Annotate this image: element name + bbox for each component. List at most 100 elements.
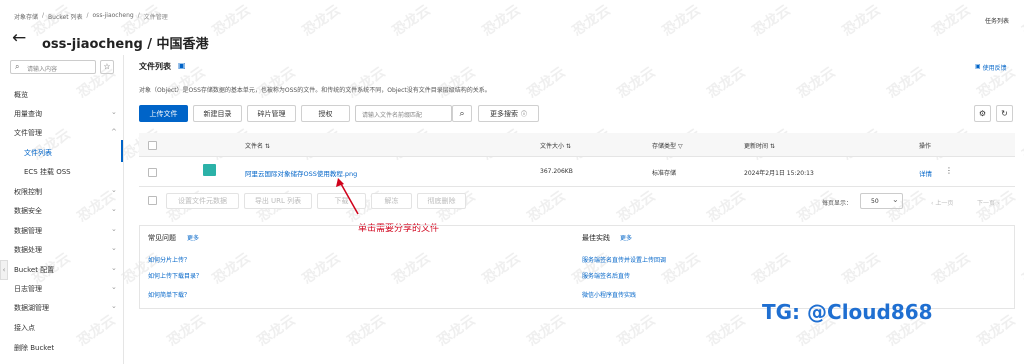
permanent-delete-button[interactable]: 彻底删除: [417, 193, 466, 209]
col-updated-header[interactable]: 更新时间 ⇅: [744, 141, 775, 150]
watermark-text: 恐龙云: [344, 312, 389, 350]
row-checkbox[interactable]: [148, 168, 157, 177]
chevron-down-icon[interactable]: ⌄: [195, 33, 203, 44]
watermark-text: 恐龙云: [164, 312, 209, 350]
sidebar-item-logs[interactable]: 日志管理: [14, 284, 42, 294]
file-name-link[interactable]: 阿里云国际对象储存OSS使用教程.png: [245, 168, 357, 178]
sidebar-item-data-processing[interactable]: 数据处理: [14, 245, 42, 255]
task-list-link[interactable]: 任务列表: [985, 16, 1009, 25]
sidebar-item-data-security[interactable]: 数据安全: [14, 206, 42, 216]
faq-item[interactable]: 如何上传下载目录？: [148, 271, 202, 280]
upload-button[interactable]: 上传文件: [139, 105, 188, 122]
sidebar-item-bucket-config[interactable]: Bucket 配置: [14, 265, 54, 275]
export-url-button[interactable]: 导出 URL 列表: [244, 193, 312, 209]
updated-time: 2024年2月1日 15:20:13: [744, 170, 814, 177]
doc-icon[interactable]: ▣: [178, 61, 186, 70]
breadcrumb-sep: /: [86, 12, 89, 19]
faq-more-link[interactable]: 更多: [187, 233, 199, 242]
sidebar-item-datalake[interactable]: 数据湖管理: [14, 303, 49, 313]
sidebar: ⌕ 请输入内容 ☆ 概览 用量查询 ⌄ 文件管理 ^ 文件列表 ECS 挂载 O…: [0, 55, 124, 364]
set-metadata-button[interactable]: 设置文件元数据: [166, 193, 239, 209]
col-size-header[interactable]: 文件大小 ⇅: [540, 141, 571, 150]
watermark-text: 恐龙云: [524, 64, 569, 102]
select-all-checkbox[interactable]: [148, 141, 157, 150]
page-title: oss-jiaocheng / 中国香港: [42, 37, 209, 52]
arrow-line: [339, 181, 359, 215]
watermark-text: 恐龙云: [1019, 250, 1024, 288]
unfreeze-button[interactable]: 解冻: [371, 193, 412, 209]
breadcrumb-item[interactable]: oss-jiaocheng: [93, 12, 134, 21]
new-directory-button[interactable]: 新建目录: [193, 105, 242, 122]
watermark-text: 恐龙云: [344, 64, 389, 102]
breadcrumb-item[interactable]: 对象存储: [14, 12, 38, 21]
refresh-icon: ↻: [1001, 109, 1008, 118]
back-arrow-icon[interactable]: ←: [12, 28, 26, 48]
sort-icon: ⇅: [565, 143, 571, 150]
chevron-down-icon: ⌄: [111, 302, 117, 310]
star-icon[interactable]: ☆: [100, 60, 114, 74]
faq-item[interactable]: 如何简单下载？: [148, 290, 190, 299]
sidebar-item-usage[interactable]: 用量查询: [14, 109, 42, 119]
watermark-text: 恐龙云: [614, 312, 659, 350]
sidebar-item-data-mgmt[interactable]: 数据管理: [14, 226, 42, 236]
col-name-header[interactable]: 文件名 ⇅: [245, 141, 270, 150]
best-practice-item[interactable]: 微信小程序直传实践: [582, 290, 636, 299]
col-updated-label: 更新时间: [744, 143, 769, 150]
sidebar-item-file-list[interactable]: 文件列表: [24, 148, 52, 158]
faq-item[interactable]: 如何分片上传？: [148, 255, 190, 264]
breadcrumb-item[interactable]: Bucket 列表: [48, 12, 82, 21]
filter-icon: ▽: [677, 143, 683, 150]
bulk-select-checkbox[interactable]: [148, 196, 157, 205]
sidebar-item-overview[interactable]: 概览: [14, 90, 28, 100]
annotation-arrow: [336, 178, 359, 215]
feedback-label: 使用反馈: [982, 65, 1007, 72]
gear-icon: ⚙: [978, 109, 987, 118]
authorize-button[interactable]: 授权: [301, 105, 350, 122]
watermark-text: 恐龙云: [974, 312, 1019, 350]
sidebar-search[interactable]: ⌕ 请输入内容: [10, 60, 96, 74]
sidebar-item-delete-bucket[interactable]: 删除 Bucket: [14, 343, 54, 353]
search-button[interactable]: ⌕: [452, 105, 472, 122]
watermark-text: 恐龙云: [1019, 126, 1024, 164]
chevron-down-icon: ⌄: [111, 264, 117, 272]
watermark-text: 恐龙云: [884, 64, 929, 102]
settings-button[interactable]: ⚙: [974, 105, 991, 122]
watermark-text: 恐龙云: [614, 64, 659, 102]
search-input[interactable]: 请输入内容: [27, 64, 57, 73]
search-icon: ⌕: [15, 62, 20, 71]
per-page-select[interactable]: 50 ⌄: [860, 193, 903, 209]
per-page-value: 50: [871, 198, 879, 205]
watermark-text: 恐龙云: [839, 2, 884, 40]
chevron-down-icon: ⌄: [111, 244, 117, 252]
best-practice-more-link[interactable]: 更多: [620, 233, 632, 242]
collapse-sidebar-handle[interactable]: ‹: [0, 260, 8, 280]
image-file-icon: [203, 164, 216, 176]
best-practice-title: 最佳实践: [582, 234, 610, 242]
faq-title: 常见问题: [148, 234, 176, 242]
detail-link[interactable]: 详情: [919, 168, 932, 178]
sidebar-item-file-mgmt[interactable]: 文件管理: [14, 128, 42, 138]
sidebar-item-access-point[interactable]: 接入点: [14, 323, 35, 333]
fragment-mgmt-button[interactable]: 碎片管理: [247, 105, 296, 122]
breadcrumb-sep: /: [137, 12, 140, 19]
more-search-button[interactable]: 更多搜索 ⓘ: [478, 105, 539, 122]
chevron-down-icon: ⌄: [111, 108, 117, 116]
refresh-button[interactable]: ↻: [996, 105, 1013, 122]
best-practice-item[interactable]: 服务端签名后直传: [582, 271, 630, 280]
more-vert-icon[interactable]: ⋮: [945, 166, 953, 175]
prev-page-button[interactable]: ‹ 上一页: [931, 198, 953, 207]
table-row[interactable]: 阿里云国际对象储存OSS使用教程.png 367.206KB 标准存储 2024…: [139, 158, 1015, 187]
watermark-text: 恐龙云: [569, 2, 614, 40]
chevron-down-icon: ⌄: [892, 195, 899, 204]
feedback-icon: ▣: [975, 63, 981, 70]
watermark-text: 恐龙云: [434, 312, 479, 350]
next-page-button[interactable]: 下一页 ›: [977, 198, 999, 207]
breadcrumb-item: 文件管理: [143, 14, 168, 21]
col-storage-label: 存储类型: [652, 143, 677, 150]
best-practice-item[interactable]: 服务端签名直传并设置上传回调: [582, 255, 666, 264]
file-search-input[interactable]: 请输入文件名前缀匹配: [355, 105, 452, 122]
feedback-link[interactable]: ▣ 使用反馈: [975, 63, 1007, 72]
col-storage-header[interactable]: 存储类型 ▽: [652, 141, 683, 150]
sidebar-item-ecs-mount[interactable]: ECS 挂载 OSS: [24, 167, 71, 177]
sidebar-item-permission[interactable]: 权限控制: [14, 187, 42, 197]
